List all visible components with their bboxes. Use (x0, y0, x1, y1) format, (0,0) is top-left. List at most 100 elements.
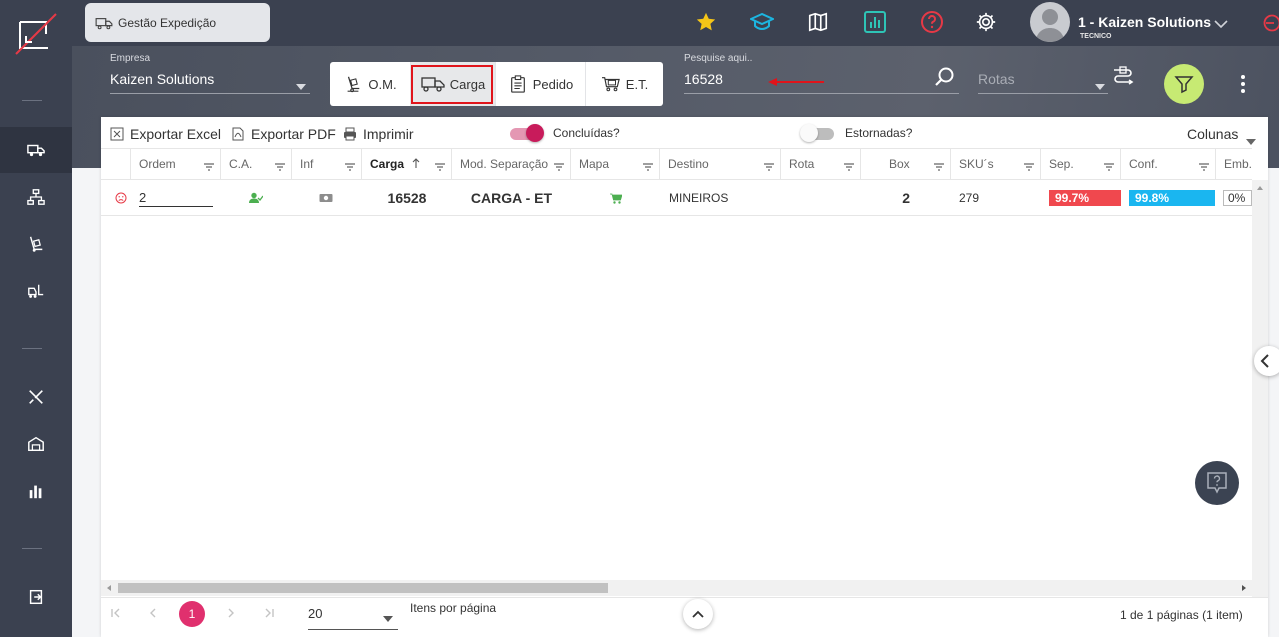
sidebar-item-forklift[interactable] (0, 268, 72, 314)
empresa-select[interactable]: Kaizen Solutions (110, 71, 214, 87)
header-box[interactable]: Box (861, 149, 951, 179)
filter-icon[interactable] (275, 160, 285, 174)
user-check-icon[interactable] (249, 180, 263, 216)
table-row[interactable]: 2 16528 CARGA - ET MINEIROS 2 279 99.7% … (101, 180, 1252, 216)
filter-icon[interactable] (1199, 160, 1209, 174)
caret-down-icon[interactable] (296, 77, 306, 95)
header-carga[interactable]: Carga (362, 149, 452, 179)
segment-om[interactable]: O.M. (330, 62, 411, 106)
segment-pedido[interactable]: Pedido (496, 62, 586, 106)
next-page-button[interactable] (227, 607, 235, 621)
vertical-scrollbar[interactable] (1252, 180, 1268, 598)
filter-icon[interactable] (934, 160, 944, 174)
filter-icon[interactable] (643, 160, 653, 174)
segment-et[interactable]: E.T. (586, 62, 663, 106)
module-selector[interactable]: Gestão Expedição (85, 3, 270, 42)
more-options-button[interactable] (1238, 74, 1248, 99)
sidebar-item-exit[interactable] (0, 574, 72, 620)
header-label: Ordem (139, 157, 176, 171)
map-button[interactable] (806, 10, 830, 34)
truck-icon (95, 17, 113, 29)
sidebar-item-hand-truck[interactable] (0, 221, 72, 267)
header-ordem[interactable]: Ordem (131, 149, 221, 179)
help-chat-button[interactable] (1195, 461, 1239, 505)
avatar[interactable] (1030, 2, 1070, 42)
header-mod-separacao[interactable]: Mod. Separação (452, 149, 571, 179)
logout-button[interactable] (1262, 14, 1279, 37)
page-number-active[interactable]: 1 (179, 601, 205, 627)
sidebar-item-network[interactable] (0, 174, 72, 220)
header-ca[interactable]: C.A. (221, 149, 292, 179)
concluidas-toggle[interactable] (508, 124, 544, 142)
export-excel-label: Exportar Excel (130, 126, 222, 142)
filter-icon[interactable] (1104, 160, 1114, 174)
printer-icon (344, 127, 356, 141)
header-sep[interactable]: Sep. (1041, 149, 1121, 179)
export-excel-button[interactable]: Exportar Excel (110, 126, 221, 142)
logout-icon (1263, 14, 1279, 32)
user-menu-chevron[interactable] (1214, 16, 1228, 34)
help-chat-icon (1207, 472, 1227, 494)
favorites-button[interactable] (694, 10, 718, 34)
first-page-button[interactable] (110, 607, 122, 621)
training-button[interactable] (750, 10, 774, 34)
box-value: 2 (902, 190, 910, 206)
filter-icon[interactable] (345, 160, 355, 174)
horizontal-scroll-thumb[interactable] (118, 583, 608, 593)
header-label: Carga (370, 157, 405, 171)
funnel-icon (1174, 76, 1194, 94)
print-button[interactable]: Imprimir (343, 126, 414, 142)
carga-value[interactable]: 16528 (362, 180, 452, 216)
truck-icon (27, 144, 45, 157)
filter-icon[interactable] (844, 160, 854, 174)
sidebar-item-expedicao[interactable] (0, 127, 72, 173)
previous-page-button[interactable] (149, 607, 157, 621)
search-button[interactable] (934, 66, 956, 93)
header-conf[interactable]: Conf. (1121, 149, 1216, 179)
last-page-button[interactable] (263, 607, 275, 621)
conf-progress: 99.8% (1129, 190, 1215, 206)
header-emb[interactable]: Emb. (1216, 149, 1252, 179)
page-size-select[interactable]: 20 (308, 606, 322, 621)
header-inf[interactable]: Inf (292, 149, 362, 179)
caret-down-icon[interactable] (383, 611, 393, 625)
sidebar-divider (22, 548, 42, 549)
header-select-col (101, 149, 131, 179)
analytics-icon (864, 11, 886, 33)
header-destino[interactable]: Destino (660, 149, 781, 179)
kebab-icon (1241, 75, 1245, 93)
header-mapa[interactable]: Mapa (571, 149, 660, 179)
settings-button[interactable] (974, 10, 998, 34)
help-button[interactable] (920, 10, 944, 34)
expand-pager-button[interactable] (683, 599, 713, 629)
columns-dropdown[interactable]: Colunas (1187, 126, 1238, 142)
filter-icon[interactable] (435, 160, 445, 174)
money-icon[interactable] (319, 180, 333, 216)
header-rota[interactable]: Rota (781, 149, 861, 179)
rotas-select[interactable]: Rotas (978, 71, 1015, 87)
analytics-button[interactable] (863, 10, 887, 34)
filter-icon[interactable] (1024, 160, 1034, 174)
side-panel-toggle[interactable] (1254, 346, 1279, 376)
header-skus[interactable]: SKU´s (951, 149, 1041, 179)
view-switcher: O.M. Carga Pedido E.T. (330, 62, 663, 106)
filter-icon[interactable] (554, 160, 564, 174)
filter-icon[interactable] (764, 160, 774, 174)
sidebar-item-reports[interactable] (0, 468, 72, 514)
export-pdf-button[interactable]: Exportar PDF (231, 126, 336, 142)
search-input[interactable]: 16528 (684, 71, 723, 87)
ordem-input[interactable]: 2 (139, 180, 213, 216)
filter-button[interactable] (1164, 64, 1204, 104)
estornadas-toggle[interactable] (800, 124, 836, 142)
map-cart-icon[interactable] (610, 180, 622, 216)
app-logo[interactable] (12, 10, 58, 56)
route-icon[interactable] (1112, 65, 1134, 92)
sort-ascending-icon[interactable] (412, 157, 420, 171)
destino-value: MINEIROS (669, 191, 729, 205)
sidebar-item-tools[interactable] (0, 374, 72, 420)
sidebar-item-warehouse[interactable] (0, 421, 72, 467)
filter-icon[interactable] (204, 160, 214, 174)
user-name[interactable]: 1 - Kaizen Solutions (1078, 14, 1211, 30)
segment-label: O.M. (368, 76, 397, 92)
caret-down-icon[interactable] (1095, 77, 1105, 95)
